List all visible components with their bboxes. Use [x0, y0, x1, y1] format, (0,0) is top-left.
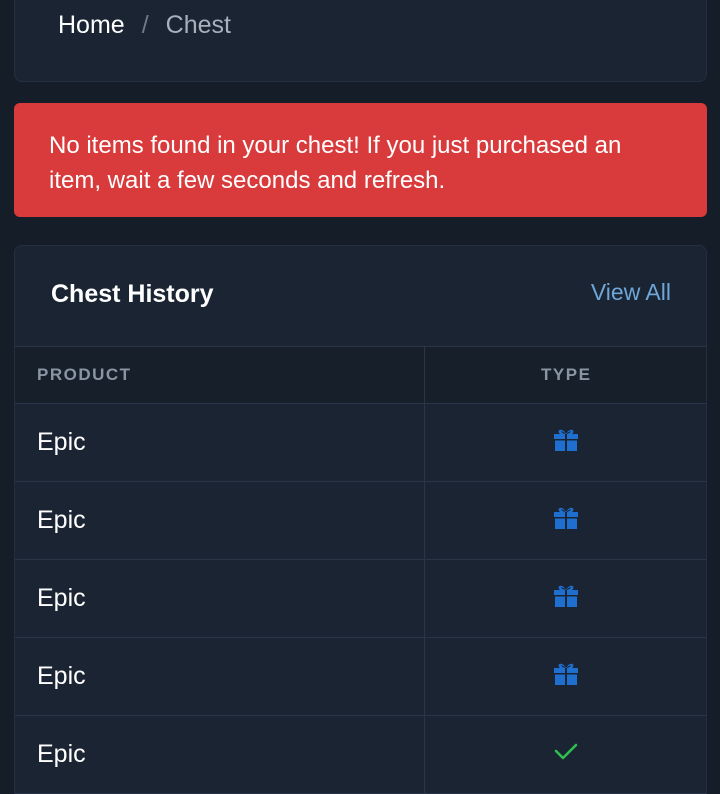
product-cell: Epic	[15, 403, 425, 482]
table-row: Epic	[15, 559, 706, 638]
breadcrumb-current: Chest	[165, 11, 231, 39]
product-cell: Epic	[15, 715, 425, 794]
table-row: Epic	[15, 715, 706, 794]
column-header-product: PRODUCT	[15, 346, 425, 404]
table-header-row: PRODUCT TYPE	[15, 346, 706, 404]
chest-history-card: Chest History View All PRODUCT TYPE Epic	[14, 245, 707, 794]
check-icon	[553, 738, 579, 771]
type-cell	[424, 403, 706, 482]
table-row: Epic	[15, 403, 706, 482]
gift-icon	[553, 660, 579, 693]
gift-icon	[553, 426, 579, 459]
product-cell: Epic	[15, 481, 425, 560]
product-cell: Epic	[15, 637, 425, 716]
breadcrumb-separator: /	[141, 11, 149, 39]
type-cell	[424, 559, 706, 638]
type-cell	[424, 637, 706, 716]
table-row: Epic	[15, 637, 706, 716]
gift-icon	[553, 504, 579, 537]
column-header-type: TYPE	[424, 346, 706, 404]
breadcrumb-card: Home / Chest	[14, 0, 707, 82]
page: Home / Chest No items found in your ches…	[0, 0, 720, 794]
breadcrumb-home-link[interactable]: Home	[58, 11, 125, 40]
gift-icon	[553, 582, 579, 615]
product-cell: Epic	[15, 559, 425, 638]
type-cell	[424, 481, 706, 560]
card-title: Chest History	[51, 280, 214, 308]
card-header: Chest History View All	[15, 246, 706, 346]
history-table: PRODUCT TYPE Epic Epic Epic Epic Epic	[15, 346, 706, 794]
empty-chest-alert: No items found in your chest! If you jus…	[14, 103, 707, 217]
breadcrumb: Home / Chest	[58, 11, 231, 40]
table-row: Epic	[15, 481, 706, 560]
view-all-link[interactable]: View All	[591, 279, 671, 306]
type-cell	[424, 715, 706, 794]
alert-message: No items found in your chest! If you jus…	[49, 132, 622, 194]
